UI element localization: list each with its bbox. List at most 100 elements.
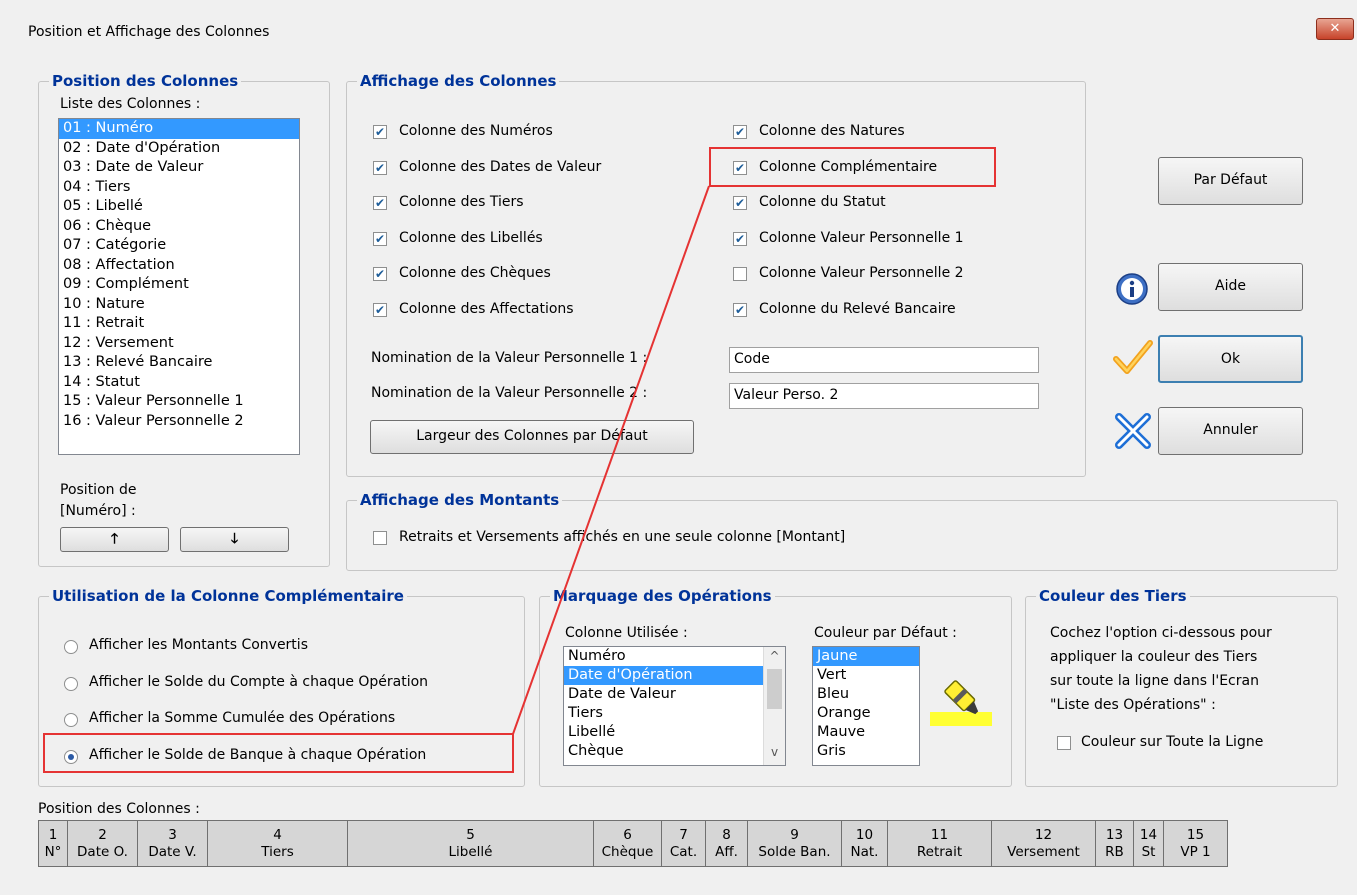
column-used-list[interactable]: Numéro Date d'Opération Date de Valeur Tier… bbox=[563, 646, 786, 766]
column-checkbox[interactable]: ✔ bbox=[733, 302, 747, 317]
default-color-item[interactable]: Mauve bbox=[813, 723, 919, 742]
column-list-item[interactable]: 14 : Statut bbox=[59, 373, 299, 393]
annotation-box-complementaire bbox=[709, 147, 996, 187]
column-used-item[interactable]: Numéro bbox=[564, 647, 763, 666]
column-used-item[interactable]: Tiers bbox=[564, 704, 763, 723]
header-preview-name: VP 1 bbox=[1180, 843, 1211, 860]
default-width-button[interactable]: Largeur des Colonnes par Défaut bbox=[370, 420, 694, 454]
par-defaut-button[interactable]: Par Défaut bbox=[1158, 157, 1303, 205]
header-preview-name: Retrait bbox=[916, 843, 963, 860]
column-used-scrollbar[interactable]: ^ v bbox=[763, 647, 785, 765]
column-list-item[interactable]: 09 : Complément bbox=[59, 275, 299, 295]
marquage-group-legend: Marquage des Opérations bbox=[553, 587, 772, 605]
column-list-item[interactable]: 05 : Libellé bbox=[59, 197, 299, 217]
montants-checkbox-label: Retraits et Versements affichés en une s… bbox=[399, 529, 846, 545]
column-checkbox[interactable]: ✔ bbox=[373, 160, 387, 175]
vp2-input[interactable]: Valeur Perso. 2 bbox=[729, 383, 1039, 409]
column-list-item[interactable]: 13 : Relevé Bancaire bbox=[59, 353, 299, 373]
column-list[interactable]: 01 : Numéro 02 : Date d'Opération 03 : Dat… bbox=[58, 118, 300, 455]
montants-checkbox[interactable] bbox=[373, 531, 387, 545]
annotation-box-solde-banque bbox=[43, 733, 514, 773]
column-list-item[interactable]: 01 : Numéro bbox=[59, 119, 299, 139]
column-used-item[interactable]: Chèque bbox=[564, 742, 763, 761]
header-preview-name: Cat. bbox=[669, 843, 698, 860]
column-list-item[interactable]: 02 : Date d'Opération bbox=[59, 139, 299, 159]
header-preview-number: 11 bbox=[930, 826, 949, 843]
column-list-item[interactable]: 11 : Retrait bbox=[59, 314, 299, 334]
tiers-checkbox[interactable] bbox=[1057, 736, 1071, 750]
column-used-item[interactable]: Date d'Opération bbox=[564, 666, 763, 685]
header-preview-column: 14 St bbox=[1133, 820, 1164, 867]
column-checkbox[interactable]: ✔ bbox=[373, 231, 387, 246]
header-preview-number: 15 bbox=[1186, 826, 1205, 843]
header-preview-column: 2 Date O. bbox=[67, 820, 138, 867]
complementaire-group-legend: Utilisation de la Colonne Complémentaire bbox=[52, 587, 404, 605]
header-preview-number: 12 bbox=[1034, 826, 1053, 843]
column-checkbox[interactable]: ✔ bbox=[373, 267, 387, 281]
header-preview-column: 12 Versement bbox=[991, 820, 1096, 867]
header-preview-number: 9 bbox=[790, 826, 799, 843]
column-checkbox[interactable]: ✔ bbox=[373, 196, 387, 210]
complementaire-radio[interactable] bbox=[64, 713, 78, 727]
scroll-up-icon[interactable]: ^ bbox=[764, 649, 785, 663]
header-preview-name: St bbox=[1141, 843, 1156, 860]
column-checkbox[interactable]: ✔ bbox=[373, 302, 387, 317]
vp1-input[interactable]: Code bbox=[729, 347, 1039, 373]
column-checkbox[interactable]: ✔ bbox=[733, 231, 747, 246]
header-preview-column: 10 Nat. bbox=[841, 820, 888, 867]
default-color-item[interactable]: Bleu bbox=[813, 685, 919, 704]
column-list-item[interactable]: 12 : Versement bbox=[59, 334, 299, 354]
tiers-group-legend: Couleur des Tiers bbox=[1039, 587, 1187, 605]
header-preview-name: Libellé bbox=[448, 843, 493, 860]
default-color-item[interactable]: Jaune bbox=[813, 647, 919, 666]
scroll-thumb[interactable] bbox=[767, 669, 782, 709]
close-button[interactable]: ✕ bbox=[1316, 18, 1354, 40]
move-up-button[interactable]: 🡑 bbox=[60, 527, 169, 552]
default-color-item[interactable]: Gris bbox=[813, 742, 919, 761]
header-preview-column: 1 N° bbox=[38, 820, 68, 867]
ok-button[interactable]: Ok bbox=[1158, 335, 1303, 383]
header-preview-name: Nat. bbox=[850, 843, 879, 860]
header-preview-column: 7 Cat. bbox=[661, 820, 706, 867]
checkmark-icon bbox=[1113, 340, 1153, 374]
column-checkbox[interactable] bbox=[733, 267, 747, 281]
column-checkbox-label: Colonne des Libellés bbox=[399, 229, 543, 246]
column-checkbox[interactable]: ✔ bbox=[733, 125, 747, 139]
column-list-item[interactable]: 07 : Catégorie bbox=[59, 236, 299, 256]
column-list-item[interactable]: 16 : Valeur Personnelle 2 bbox=[59, 412, 299, 432]
column-checkbox[interactable]: ✔ bbox=[373, 125, 387, 139]
column-list-item[interactable]: 06 : Chèque bbox=[59, 217, 299, 237]
column-list-label: Liste des Colonnes : bbox=[60, 96, 201, 112]
header-preview-number: 8 bbox=[722, 826, 731, 843]
window-title: Position et Affichage des Colonnes bbox=[28, 24, 270, 40]
column-checkbox-label: Colonne des Numéros bbox=[399, 123, 553, 139]
header-preview-name: Date V. bbox=[148, 843, 197, 860]
column-list-item[interactable]: 10 : Nature bbox=[59, 295, 299, 315]
column-used-item[interactable]: Date de Valeur bbox=[564, 685, 763, 704]
annuler-button[interactable]: Annuler bbox=[1158, 407, 1303, 455]
header-preview-number: 13 bbox=[1105, 826, 1124, 843]
column-checkbox[interactable]: ✔ bbox=[733, 196, 747, 210]
aide-button[interactable]: Aide bbox=[1158, 263, 1303, 311]
column-used-item[interactable]: Libellé bbox=[564, 723, 763, 742]
scroll-down-icon[interactable]: v bbox=[764, 745, 785, 759]
default-color-item[interactable]: Vert bbox=[813, 666, 919, 685]
montants-group-legend: Affichage des Montants bbox=[360, 491, 560, 509]
header-preview-number: 2 bbox=[98, 826, 107, 843]
column-list-item[interactable]: 04 : Tiers bbox=[59, 178, 299, 198]
header-preview-column: 15 VP 1 bbox=[1163, 820, 1228, 867]
column-used-label: Colonne Utilisée : bbox=[565, 625, 688, 641]
complementaire-radio[interactable] bbox=[64, 640, 78, 654]
complementaire-radio[interactable] bbox=[64, 676, 78, 691]
header-preview-number: 6 bbox=[623, 826, 632, 843]
header-preview-number: 5 bbox=[466, 826, 475, 843]
column-list-item[interactable]: 08 : Affectation bbox=[59, 256, 299, 276]
default-color-list[interactable]: Jaune Vert Bleu Orange Mauve Gris bbox=[812, 646, 920, 766]
column-list-item[interactable]: 03 : Date de Valeur bbox=[59, 158, 299, 178]
column-checkbox-label: Colonne des Dates de Valeur bbox=[399, 158, 602, 175]
default-color-item[interactable]: Orange bbox=[813, 704, 919, 723]
column-list-item[interactable]: 15 : Valeur Personnelle 1 bbox=[59, 392, 299, 412]
title-bar: Position et Affichage des Colonnes ✕ bbox=[0, 0, 1357, 62]
move-down-button[interactable]: 🡓 bbox=[180, 527, 289, 552]
header-preview-name: Aff. bbox=[715, 843, 738, 860]
